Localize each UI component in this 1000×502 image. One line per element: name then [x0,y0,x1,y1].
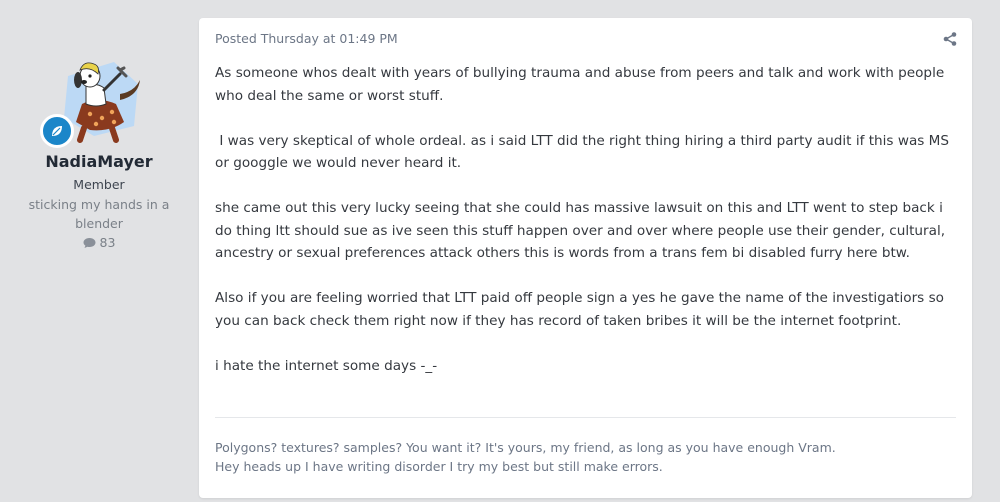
post-card: Posted Thursday at 01:49 PM As someone w… [199,18,972,498]
author-tagline: sticking my hands in a blender [28,197,170,231]
comment-icon [83,237,96,248]
post-paragraph: she came out this very lucky seeing that… [215,200,946,261]
post-timestamp[interactable]: Posted Thursday at 01:49 PM [215,31,398,46]
forum-post-page: NadiaMayer Member sticking my hands in a… [0,0,1000,502]
author-name[interactable]: NadiaMayer [0,152,198,171]
leaf-badge-icon [40,114,74,148]
signature-line: Polygons? textures? samples? You want it… [215,440,836,455]
post-paragraph: Also if you are feeling worried that LTT… [215,290,944,329]
post-paragraph: I was very skeptical of whole ordeal. as… [215,132,954,172]
post-content: As someone whos dealt with years of bull… [215,62,960,400]
signature-line: Hey heads up I have writing disorder I t… [215,459,663,474]
post-count: 83 [0,235,198,250]
avatar[interactable] [40,56,144,148]
signature-divider [215,417,956,418]
post-count-value: 83 [99,235,116,250]
author-panel: NadiaMayer Member sticking my hands in a… [0,0,198,502]
post-paragraph: i hate the internet some days -_- [215,357,438,374]
post-paragraph: As someone whos dealt with years of bull… [215,65,945,104]
author-title: Member [73,177,125,192]
post-signature: Polygons? textures? samples? You want it… [215,438,960,476]
share-icon[interactable] [942,31,958,47]
